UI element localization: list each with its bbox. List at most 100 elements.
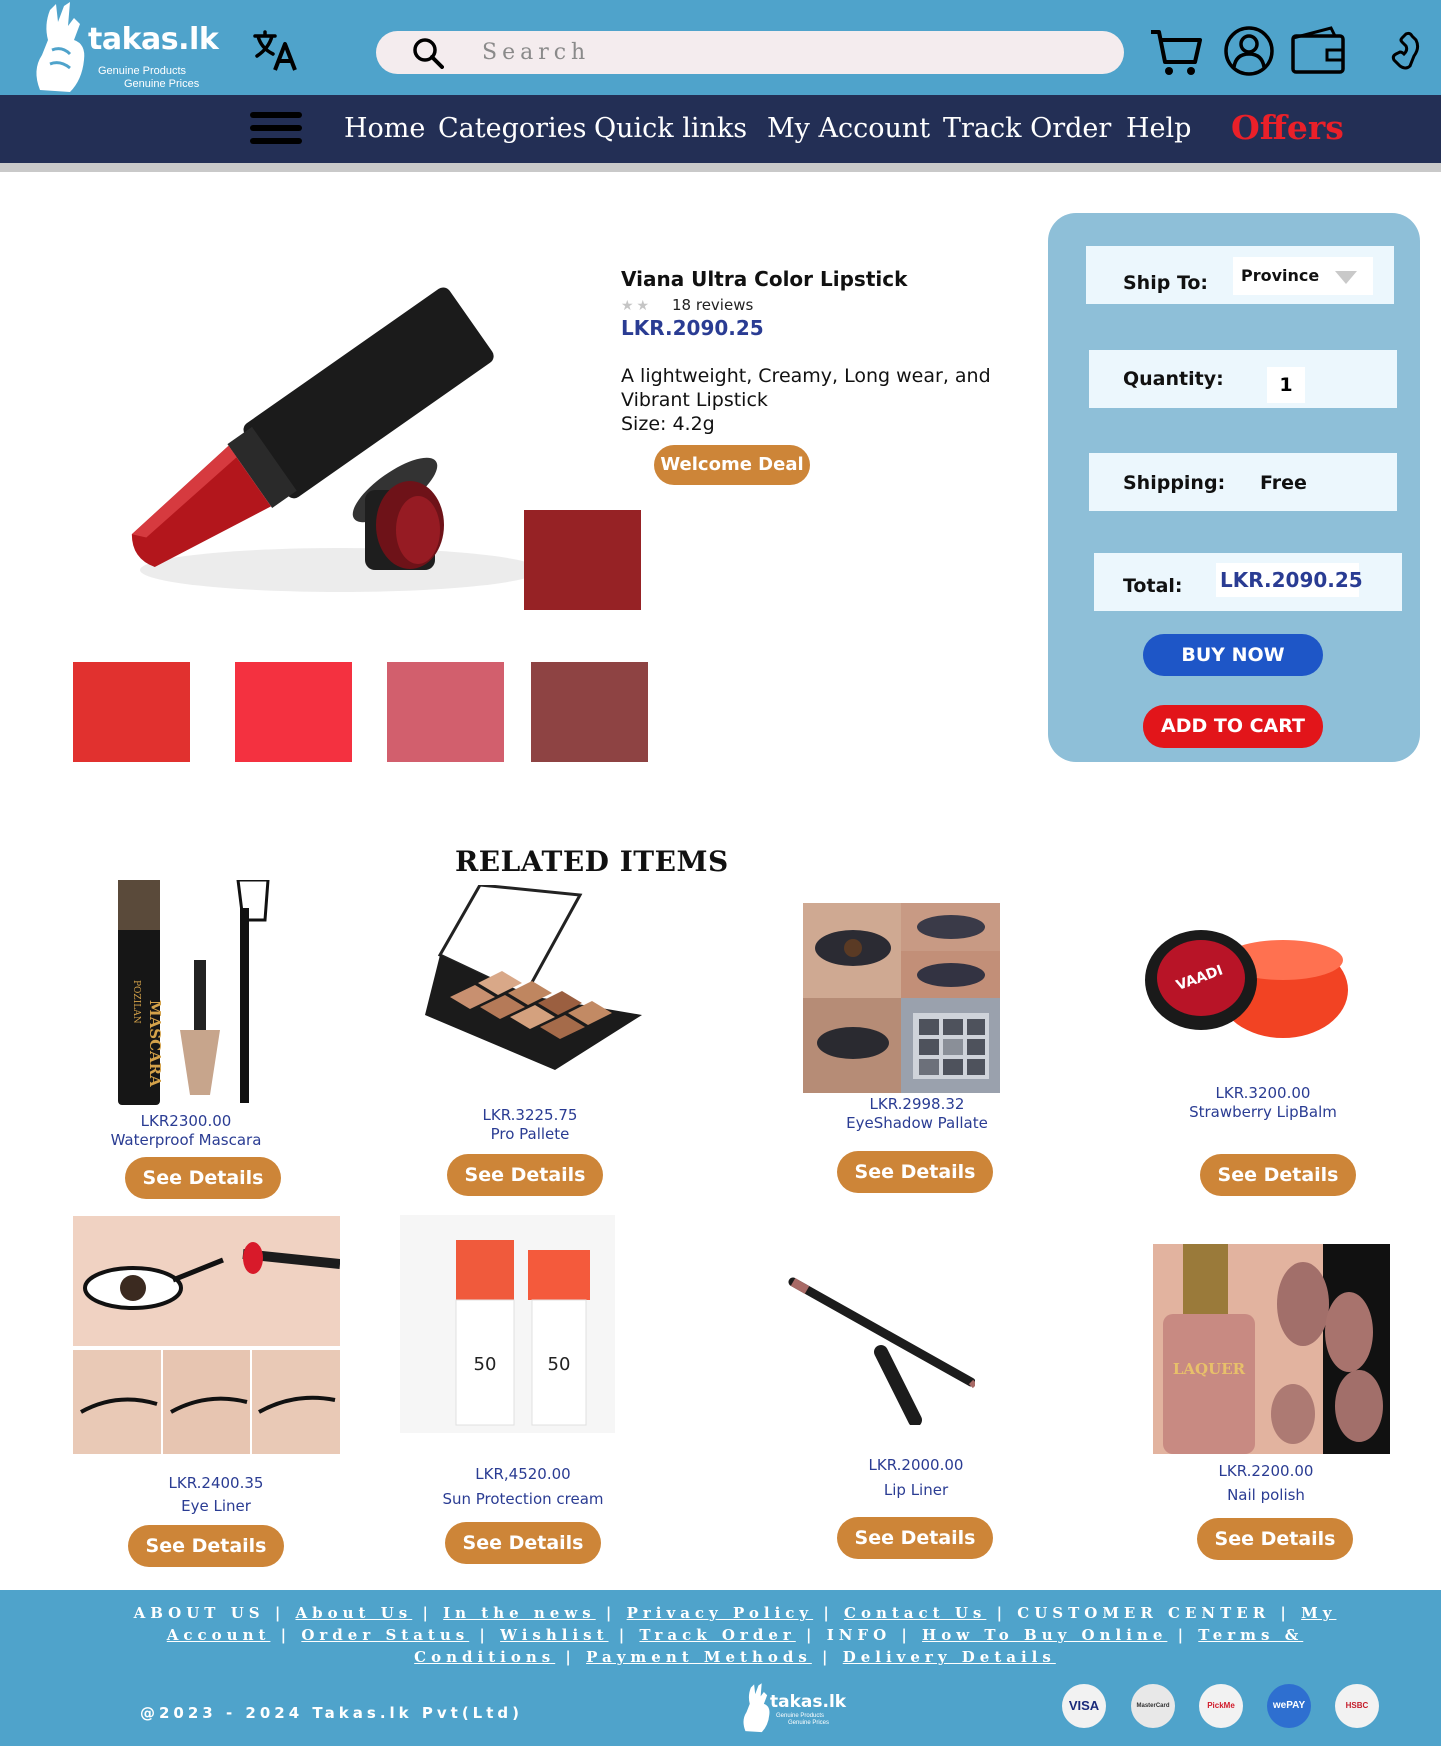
brand-tagline-2: Genuine Prices bbox=[124, 78, 200, 90]
related-name-5[interactable]: Eye Liner bbox=[86, 1497, 346, 1515]
see-details-button-7[interactable]: See Details bbox=[837, 1517, 993, 1559]
related-name-6[interactable]: Sun Protection cream bbox=[393, 1490, 653, 1508]
see-details-button-2[interactable]: See Details bbox=[447, 1154, 603, 1196]
swatch-color-2[interactable] bbox=[235, 662, 352, 762]
nav-home[interactable]: Home bbox=[344, 113, 425, 144]
related-name-3[interactable]: EyeShadow Pallate bbox=[787, 1114, 1047, 1132]
related-price-1: LKR2300.00 bbox=[140, 1112, 232, 1130]
footer-link-contact-us[interactable]: Contact Us bbox=[844, 1604, 986, 1622]
nailpolish-image[interactable]: LAQUER bbox=[1153, 1244, 1390, 1454]
product-size: Size: 4.2g bbox=[621, 413, 715, 435]
related-name-4[interactable]: Strawberry LipBalm bbox=[1133, 1103, 1393, 1121]
swatch-color-1[interactable] bbox=[73, 662, 190, 762]
eyeliner-image[interactable] bbox=[73, 1216, 340, 1454]
swatch-selected[interactable] bbox=[524, 510, 641, 610]
search-icon[interactable] bbox=[412, 37, 444, 69]
nav-offers[interactable]: Offers bbox=[1231, 108, 1344, 147]
wepay-payment-icon: wePAY bbox=[1267, 1684, 1311, 1728]
see-details-button-1[interactable]: See Details bbox=[125, 1157, 281, 1199]
description-line-2: Vibrant Lipstick bbox=[621, 389, 768, 411]
sunscreen-image[interactable]: 50 50 bbox=[400, 1215, 615, 1433]
visa-payment-icon: VISA bbox=[1062, 1684, 1106, 1728]
province-select[interactable]: Province bbox=[1233, 257, 1373, 295]
see-details-button-8[interactable]: See Details bbox=[1197, 1518, 1353, 1560]
nav-my-account[interactable]: My Account bbox=[767, 113, 930, 144]
chevron-down-icon bbox=[1335, 271, 1357, 284]
swatch-color-4[interactable] bbox=[531, 662, 648, 762]
related-name-2[interactable]: Pro Pallete bbox=[400, 1125, 660, 1143]
review-count[interactable]: 18 reviews bbox=[672, 296, 753, 314]
menu-hamburger-icon[interactable] bbox=[250, 112, 302, 148]
phone-icon[interactable] bbox=[1370, 24, 1424, 78]
nav-track-order[interactable]: Track Order bbox=[943, 113, 1111, 144]
footer-link-in-the-news[interactable]: In the news bbox=[443, 1604, 596, 1622]
eyeshadow-image[interactable] bbox=[803, 903, 1000, 1093]
translate-icon[interactable] bbox=[253, 30, 299, 72]
brand-tagline-1: Genuine Products bbox=[98, 65, 187, 77]
copyright-text: @2023 - 2024 Takas.lk Pvt(Ltd) bbox=[140, 1704, 523, 1722]
footer-link-privacy-policy[interactable]: Privacy Policy bbox=[627, 1604, 814, 1622]
ship-to-label: Ship To: bbox=[1123, 272, 1209, 294]
related-price-5: LKR.2400.35 bbox=[168, 1474, 264, 1492]
lipbalm-image[interactable]: VAADI bbox=[1143, 900, 1358, 1050]
related-name-8[interactable]: Nail polish bbox=[1136, 1486, 1396, 1504]
footer-logo[interactable]: takas.lk Genuine Products Genuine Prices bbox=[740, 1680, 846, 1736]
page: takas.lk Genuine Products Genuine Prices bbox=[0, 0, 1441, 1746]
province-value: Province bbox=[1241, 266, 1320, 285]
footer-link-delivery-details[interactable]: Delivery Details bbox=[843, 1648, 1056, 1666]
footer-link-wishlist[interactable]: Wishlist bbox=[500, 1626, 608, 1644]
footer-tagline-1: Genuine Products bbox=[776, 1713, 825, 1719]
mascara-image[interactable]: MASCARA POZILAN bbox=[110, 880, 300, 1105]
footer-wordmark: takas.lk bbox=[770, 1692, 847, 1712]
user-account-icon[interactable] bbox=[1222, 24, 1276, 78]
buy-now-button[interactable]: BUY NOW bbox=[1143, 634, 1323, 676]
footer-links: ABOUT US | About Us | In the news | Priv… bbox=[133, 1604, 1337, 1666]
quantity-input[interactable]: 1 bbox=[1267, 367, 1305, 403]
description-line-1: A lightweight, Creamy, Long wear, and bbox=[621, 365, 991, 387]
lipliner-image[interactable] bbox=[785, 1270, 975, 1425]
mascara-label-text: MASCARA bbox=[146, 1000, 164, 1087]
see-details-button-6[interactable]: See Details bbox=[445, 1522, 601, 1564]
footer-heading-customer-center: CUSTOMER CENTER bbox=[1017, 1604, 1271, 1622]
welcome-deal-button[interactable]: Welcome Deal bbox=[654, 445, 810, 485]
related-price-8: LKR.2200.00 bbox=[1218, 1462, 1314, 1480]
related-name-1[interactable]: Waterproof Mascara bbox=[56, 1131, 316, 1149]
search-bar bbox=[376, 31, 1124, 74]
brand-logo[interactable]: takas.lk Genuine Products Genuine Prices bbox=[30, 0, 220, 95]
search-input[interactable] bbox=[482, 36, 1082, 69]
add-to-cart-button[interactable]: ADD TO CART bbox=[1143, 705, 1323, 748]
quantity-label: Quantity: bbox=[1123, 368, 1224, 390]
footer-link-how-to-buy[interactable]: How To Buy Online bbox=[922, 1626, 1167, 1644]
footer-link-about-us[interactable]: About Us bbox=[296, 1604, 413, 1622]
wallet-icon[interactable] bbox=[1291, 24, 1345, 78]
pickme-payment-icon: PickMe bbox=[1199, 1684, 1243, 1728]
rating-stars-icon: ★★ bbox=[621, 297, 653, 313]
product-title: Viana Ultra Color Lipstick bbox=[621, 267, 908, 291]
related-name-7[interactable]: Lip Liner bbox=[786, 1481, 1046, 1499]
related-price-6: LKR,4520.00 bbox=[475, 1465, 571, 1483]
nav-quick-links[interactable]: Quick links bbox=[594, 113, 747, 144]
see-details-button-4[interactable]: See Details bbox=[1200, 1154, 1356, 1196]
footer-link-track-order[interactable]: Track Order bbox=[639, 1626, 795, 1644]
total-label: Total: bbox=[1123, 575, 1183, 597]
footer-link-payment-methods[interactable]: Payment Methods bbox=[586, 1648, 812, 1666]
shipping-label: Shipping: bbox=[1123, 472, 1226, 494]
related-price-2: LKR.3225.75 bbox=[482, 1106, 578, 1124]
cart-icon[interactable] bbox=[1149, 24, 1203, 78]
nav-categories[interactable]: Categories bbox=[438, 113, 587, 144]
footer-link-order-status[interactable]: Order Status bbox=[301, 1626, 469, 1644]
product-price: LKR.2090.25 bbox=[621, 316, 764, 340]
see-details-button-5[interactable]: See Details bbox=[128, 1525, 284, 1567]
related-items-title: RELATED ITEMS bbox=[455, 845, 729, 878]
see-details-button-3[interactable]: See Details bbox=[837, 1151, 993, 1193]
related-price-4: LKR.3200.00 bbox=[1215, 1084, 1311, 1102]
navbar-divider bbox=[0, 163, 1441, 172]
palette-image[interactable] bbox=[420, 885, 642, 1070]
footer-tagline-2: Genuine Prices bbox=[788, 1720, 830, 1726]
shipping-value: Free bbox=[1260, 472, 1307, 494]
related-price-7: LKR.2000.00 bbox=[868, 1456, 964, 1474]
nav-help[interactable]: Help bbox=[1126, 113, 1191, 144]
mastercard-payment-icon: MasterCard bbox=[1131, 1684, 1175, 1728]
swatch-color-3[interactable] bbox=[387, 662, 504, 762]
related-price-3: LKR.2998.32 bbox=[869, 1095, 965, 1113]
